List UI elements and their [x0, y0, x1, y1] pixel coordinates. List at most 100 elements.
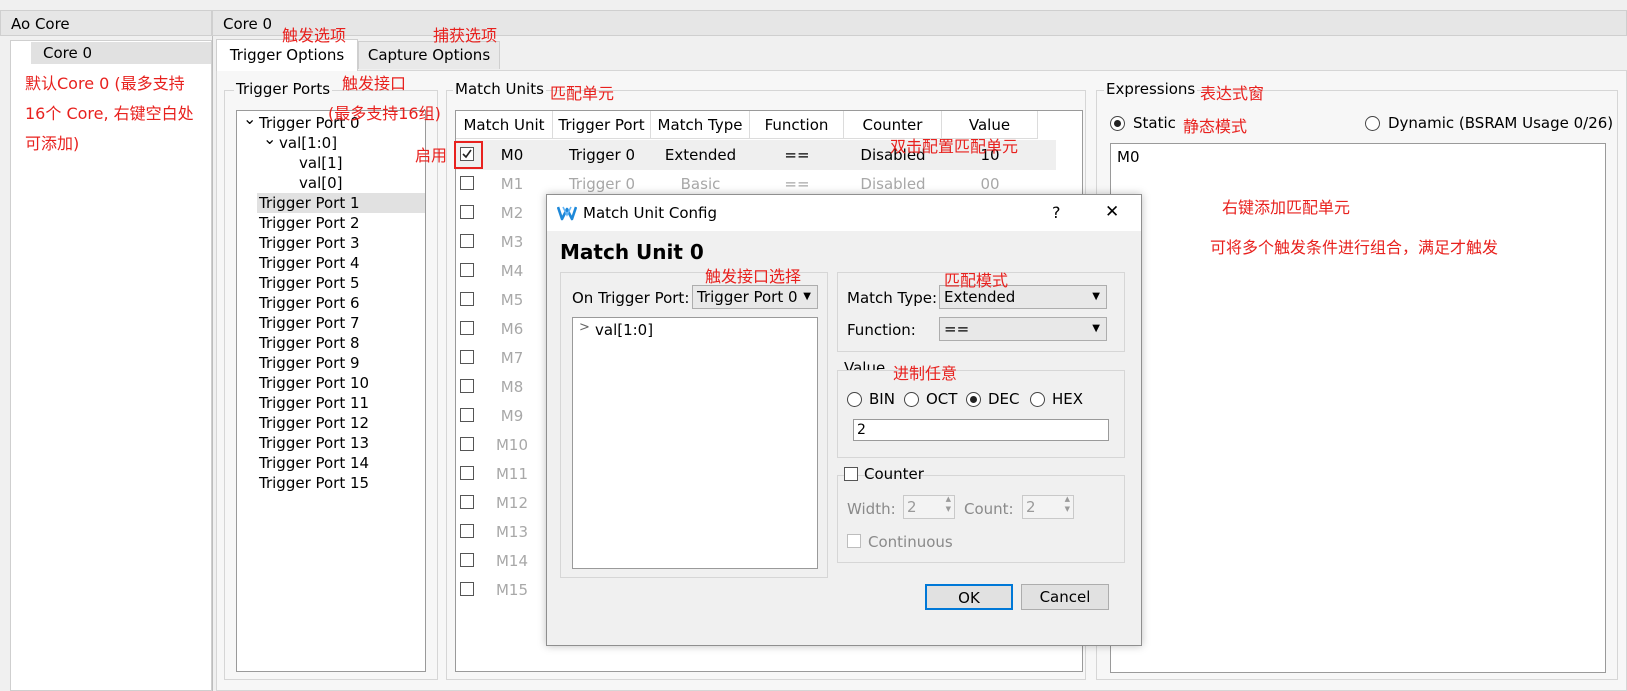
- chevron-down-icon: ▼: [803, 291, 811, 302]
- table-cell: M4: [500, 262, 524, 280]
- dialog-titlebar[interactable]: Match Unit Config ? ✕: [547, 195, 1141, 231]
- enable-checkbox[interactable]: [460, 524, 474, 538]
- core-list-item-label: Core 0: [43, 44, 93, 62]
- count-spinner[interactable]: 2 ▲ ▼: [1022, 495, 1074, 519]
- trigger-port-item[interactable]: Trigger Port 10: [237, 373, 425, 393]
- table-cell: M7: [500, 349, 524, 367]
- core-header: Core 0: [212, 10, 1627, 36]
- trigger-ports-tree[interactable]: ⌄ Trigger Port 0 ⌄ val[1:0] val[1] val[0] Trig…: [236, 109, 426, 672]
- width-spinner[interactable]: 2 ▲ ▼: [903, 495, 955, 519]
- annotation-capture-options: 捕获选项: [433, 26, 498, 45]
- enable-checkbox[interactable]: [460, 379, 474, 393]
- radix-dec-radio[interactable]: [966, 392, 981, 407]
- column-header[interactable]: Function: [750, 111, 844, 139]
- trigger-port-label: Trigger Port 6: [259, 294, 360, 312]
- chevron-right-icon[interactable]: >: [579, 320, 590, 335]
- annotation-double-click: 双击配置匹配单元: [890, 137, 1019, 156]
- radix-dec-label: DEC: [988, 390, 1020, 408]
- core-title: Core 0: [223, 15, 273, 33]
- expand-chevron-icon[interactable]: ⌄: [243, 109, 256, 129]
- width-label: Width:: [847, 500, 896, 518]
- table-cell: M3: [500, 233, 524, 251]
- cancel-button[interactable]: Cancel: [1021, 584, 1109, 610]
- dynamic-label: Dynamic (BSRAM Usage 0/26): [1388, 114, 1614, 132]
- close-icon[interactable]: ✕: [1105, 202, 1119, 222]
- enable-highlight: [454, 141, 483, 169]
- trigger-port-item[interactable]: Trigger Port 12: [237, 413, 425, 433]
- radix-oct-radio[interactable]: [904, 392, 919, 407]
- trigger-port-item[interactable]: Trigger Port 1: [257, 193, 425, 213]
- help-button[interactable]: ?: [1052, 203, 1061, 222]
- trigger-port-item[interactable]: Trigger Port 7: [237, 313, 425, 333]
- continuous-checkbox[interactable]: [847, 534, 861, 548]
- static-label: Static: [1133, 114, 1176, 132]
- expression-editor[interactable]: M0: [1110, 143, 1606, 673]
- trigger-port-item[interactable]: Trigger Port 2: [237, 213, 425, 233]
- ok-button[interactable]: OK: [925, 584, 1013, 610]
- trigger-port-item[interactable]: Trigger Port 4: [237, 253, 425, 273]
- radix-hex-radio[interactable]: [1030, 392, 1045, 407]
- trigger-port-item[interactable]: val[0]: [237, 173, 425, 193]
- spinner-arrows-icon[interactable]: ▲ ▼: [1065, 494, 1070, 514]
- core-list-item[interactable]: Core 0: [31, 42, 211, 64]
- enable-checkbox[interactable]: [460, 205, 474, 219]
- counter-checkbox[interactable]: [844, 467, 858, 481]
- counter-label: Counter: [864, 465, 924, 483]
- trigger-port-label: Trigger Port 9: [259, 354, 360, 372]
- annotation-port-select: 触发接口选择: [705, 267, 802, 286]
- radix-bin-radio[interactable]: [847, 392, 862, 407]
- dynamic-radio[interactable]: [1365, 116, 1380, 131]
- annotation-any-radix: 进制任意: [893, 364, 958, 383]
- trigger-port-select[interactable]: Trigger Port 0 ▼: [692, 285, 818, 309]
- expand-chevron-icon[interactable]: ⌄: [263, 129, 276, 149]
- trigger-port-item[interactable]: Trigger Port 6: [237, 293, 425, 313]
- enable-checkbox[interactable]: [460, 495, 474, 509]
- column-header[interactable]: Match Unit: [456, 111, 553, 139]
- enable-checkbox[interactable]: [460, 350, 474, 364]
- ao-core-header: Ao Core: [0, 10, 212, 36]
- trigger-port-item[interactable]: Trigger Port 9: [237, 353, 425, 373]
- trigger-port-label: Trigger Port 15: [259, 474, 370, 492]
- signal-tree[interactable]: > val[1:0]: [572, 317, 818, 569]
- spinner-arrows-icon[interactable]: ▲ ▼: [946, 494, 951, 514]
- trigger-port-item[interactable]: ⌄ val[1:0]: [237, 129, 425, 153]
- trigger-port-item[interactable]: Trigger Port 13: [237, 433, 425, 453]
- enable-checkbox[interactable]: [460, 582, 474, 596]
- trigger-port-item[interactable]: Trigger Port 11: [237, 393, 425, 413]
- trigger-port-item[interactable]: val[1]: [237, 153, 425, 173]
- trigger-port-item[interactable]: Trigger Port 14: [237, 453, 425, 473]
- enable-checkbox[interactable]: [460, 553, 474, 567]
- static-radio[interactable]: [1110, 116, 1125, 131]
- annotation-enable: 启用: [415, 146, 448, 165]
- radix-hex-label: HEX: [1052, 390, 1084, 408]
- function-select[interactable]: == ▼: [939, 317, 1107, 341]
- trigger-port-select-value: Trigger Port 0: [697, 288, 798, 306]
- column-header[interactable]: Trigger Port: [553, 111, 651, 139]
- column-header[interactable]: Match Type: [651, 111, 750, 139]
- value-input[interactable]: 2: [853, 419, 1109, 441]
- enable-checkbox[interactable]: [460, 234, 474, 248]
- annotation-match-mode: 匹配模式: [944, 271, 1009, 290]
- enable-checkbox[interactable]: [460, 466, 474, 480]
- annotation-expressions-window: 表达式窗: [1200, 84, 1265, 103]
- enable-checkbox[interactable]: [460, 321, 474, 335]
- signal-tree-item[interactable]: val[1:0]: [595, 321, 653, 339]
- trigger-port-item[interactable]: Trigger Port 8: [237, 333, 425, 353]
- trigger-port-item[interactable]: Trigger Port 3: [237, 233, 425, 253]
- table-cell: M9: [500, 407, 524, 425]
- enable-checkbox[interactable]: [460, 176, 474, 190]
- count-label: Count:: [964, 500, 1014, 518]
- enable-checkbox[interactable]: [460, 292, 474, 306]
- annotation-default-core-1: 默认Core 0 (最多支持: [25, 74, 185, 93]
- table-cell: Trigger 0: [568, 146, 636, 164]
- enable-checkbox[interactable]: [460, 408, 474, 422]
- panel-splitter[interactable]: [212, 36, 213, 691]
- trigger-port-item[interactable]: Trigger Port 5: [237, 273, 425, 293]
- annotation-trigger-options: 触发选项: [282, 26, 347, 45]
- value-group: [837, 370, 1125, 458]
- enable-checkbox[interactable]: [460, 437, 474, 451]
- enable-checkbox[interactable]: [460, 263, 474, 277]
- trigger-port-label: Trigger Port 14: [259, 454, 370, 472]
- trigger-port-item[interactable]: Trigger Port 15: [237, 473, 425, 493]
- trigger-port-label: Trigger Port 2: [259, 214, 360, 232]
